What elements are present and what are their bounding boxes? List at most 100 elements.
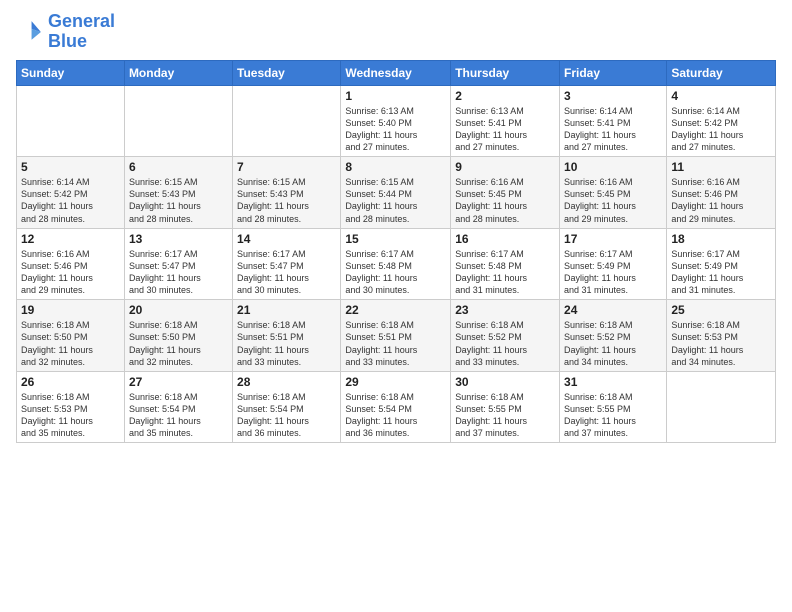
day-info: Sunrise: 6:18 AMSunset: 5:54 PMDaylight:… xyxy=(345,391,446,440)
calendar-cell: 18Sunrise: 6:17 AMSunset: 5:49 PMDayligh… xyxy=(667,228,776,300)
day-info: Sunrise: 6:14 AMSunset: 5:42 PMDaylight:… xyxy=(21,176,120,225)
calendar-week-1: 5Sunrise: 6:14 AMSunset: 5:42 PMDaylight… xyxy=(17,157,776,229)
day-info: Sunrise: 6:15 AMSunset: 5:43 PMDaylight:… xyxy=(237,176,336,225)
calendar-cell: 30 Sunrise: 6:18 AMSunset: 5:55 PMDayligh… xyxy=(451,371,560,443)
day-number: 28 xyxy=(237,375,336,389)
calendar-header-row: SundayMondayTuesdayWednesdayThursdayFrid… xyxy=(17,60,776,85)
day-number: 20 xyxy=(129,303,228,317)
calendar-header-thursday: Thursday xyxy=(451,60,560,85)
calendar-header-saturday: Saturday xyxy=(667,60,776,85)
calendar-cell: 25 Sunrise: 6:18 AMSunset: 5:53 PMDayligh… xyxy=(667,300,776,372)
calendar-cell: 21 Sunrise: 6:18 AMSunset: 5:51 PMDayligh… xyxy=(233,300,341,372)
calendar-header-tuesday: Tuesday xyxy=(233,60,341,85)
calendar-cell: 10 Sunrise: 6:16 AMSunset: 5:45 PMDayligh… xyxy=(560,157,667,229)
day-number: 12 xyxy=(21,232,120,246)
calendar-cell: 1 Sunrise: 6:13 AMSunset: 5:40 PMDaylight… xyxy=(341,85,451,157)
calendar-cell: 22 Sunrise: 6:18 AMSunset: 5:51 PMDayligh… xyxy=(341,300,451,372)
day-info: Sunrise: 6:13 AMSunset: 5:41 PMDaylight:… xyxy=(455,105,555,154)
day-info: Sunrise: 6:18 AMSunset: 5:51 PMDaylight:… xyxy=(345,319,446,368)
day-info: Sunrise: 6:18 AMSunset: 5:55 PMDaylight:… xyxy=(564,391,662,440)
day-info: Sunrise: 6:16 AMSunset: 5:46 PMDaylight:… xyxy=(671,176,771,225)
calendar-cell: 12 Sunrise: 6:16 AMSunset: 5:46 PMDayligh… xyxy=(17,228,125,300)
day-number: 18 xyxy=(671,232,771,246)
calendar-cell: 17 Sunrise: 6:17 AMSunset: 5:49 PMDayligh… xyxy=(560,228,667,300)
day-number: 13 xyxy=(129,232,228,246)
day-number: 14 xyxy=(237,232,336,246)
logo-icon xyxy=(16,18,44,46)
day-info: Sunrise: 6:14 AMSunset: 5:41 PMDaylight:… xyxy=(564,105,662,154)
calendar-cell: 15 Sunrise: 6:17 AMSunset: 5:48 PMDayligh… xyxy=(341,228,451,300)
page: General Blue SundayMondayTuesdayWednesda… xyxy=(0,0,792,612)
day-info: Sunrise: 6:18 AMSunset: 5:50 PMDaylight:… xyxy=(129,319,228,368)
day-number: 29 xyxy=(345,375,446,389)
calendar-week-4: 26Sunrise: 6:18 AMSunset: 5:53 PMDayligh… xyxy=(17,371,776,443)
day-number: 24 xyxy=(564,303,662,317)
day-info: Sunrise: 6:15 AMSunset: 5:43 PMDaylight:… xyxy=(129,176,228,225)
calendar-cell: 6 Sunrise: 6:15 AMSunset: 5:43 PMDaylight… xyxy=(124,157,232,229)
calendar-cell xyxy=(17,85,125,157)
day-number: 9 xyxy=(455,160,555,174)
day-info: Sunrise: 6:14 AMSunset: 5:42 PMDaylight:… xyxy=(671,105,771,154)
calendar-week-2: 12 Sunrise: 6:16 AMSunset: 5:46 PMDayligh… xyxy=(17,228,776,300)
calendar-week-0: 1 Sunrise: 6:13 AMSunset: 5:40 PMDaylight… xyxy=(17,85,776,157)
day-info: Sunrise: 6:13 AMSunset: 5:40 PMDaylight:… xyxy=(345,105,446,154)
calendar-week-3: 19 Sunrise: 6:18 AMSunset: 5:50 PMDayligh… xyxy=(17,300,776,372)
calendar-cell: 28Sunrise: 6:18 AMSunset: 5:54 PMDayligh… xyxy=(233,371,341,443)
calendar-cell xyxy=(124,85,232,157)
calendar-cell xyxy=(667,371,776,443)
day-number: 21 xyxy=(237,303,336,317)
logo: General Blue xyxy=(16,12,115,52)
day-info: Sunrise: 6:18 AMSunset: 5:51 PMDaylight:… xyxy=(237,319,336,368)
day-info: Sunrise: 6:15 AMSunset: 5:44 PMDaylight:… xyxy=(345,176,446,225)
day-number: 30 xyxy=(455,375,555,389)
day-number: 19 xyxy=(21,303,120,317)
calendar-cell: 20 Sunrise: 6:18 AMSunset: 5:50 PMDayligh… xyxy=(124,300,232,372)
day-number: 15 xyxy=(345,232,446,246)
calendar-cell: 24 Sunrise: 6:18 AMSunset: 5:52 PMDayligh… xyxy=(560,300,667,372)
day-number: 1 xyxy=(345,89,446,103)
logo-text-line2: Blue xyxy=(48,32,115,52)
day-number: 17 xyxy=(564,232,662,246)
header: General Blue xyxy=(16,12,776,52)
day-info: Sunrise: 6:17 AMSunset: 5:47 PMDaylight:… xyxy=(237,248,336,297)
calendar-cell xyxy=(233,85,341,157)
day-info: Sunrise: 6:17 AMSunset: 5:49 PMDaylight:… xyxy=(564,248,662,297)
day-number: 25 xyxy=(671,303,771,317)
day-info: Sunrise: 6:16 AMSunset: 5:45 PMDaylight:… xyxy=(564,176,662,225)
calendar-header-wednesday: Wednesday xyxy=(341,60,451,85)
day-number: 7 xyxy=(237,160,336,174)
day-number: 4 xyxy=(671,89,771,103)
day-number: 2 xyxy=(455,89,555,103)
day-number: 16 xyxy=(455,232,555,246)
day-number: 22 xyxy=(345,303,446,317)
day-info: Sunrise: 6:18 AMSunset: 5:53 PMDaylight:… xyxy=(671,319,771,368)
calendar-header-friday: Friday xyxy=(560,60,667,85)
calendar-cell: 4 Sunrise: 6:14 AMSunset: 5:42 PMDaylight… xyxy=(667,85,776,157)
day-number: 6 xyxy=(129,160,228,174)
calendar-cell: 3Sunrise: 6:14 AMSunset: 5:41 PMDaylight… xyxy=(560,85,667,157)
day-info: Sunrise: 6:16 AMSunset: 5:45 PMDaylight:… xyxy=(455,176,555,225)
calendar-cell: 19Sunrise: 6:18 AMSunset: 5:50 PMDayligh… xyxy=(17,300,125,372)
day-info: Sunrise: 6:18 AMSunset: 5:54 PMDaylight:… xyxy=(129,391,228,440)
day-info: Sunrise: 6:18 AMSunset: 5:52 PMDaylight:… xyxy=(455,319,555,368)
day-info: Sunrise: 6:16 AMSunset: 5:46 PMDaylight:… xyxy=(21,248,120,297)
calendar-cell: 8 Sunrise: 6:15 AMSunset: 5:44 PMDaylight… xyxy=(341,157,451,229)
calendar-cell: 5Sunrise: 6:14 AMSunset: 5:42 PMDaylight… xyxy=(17,157,125,229)
day-number: 10 xyxy=(564,160,662,174)
calendar-cell: 23Sunrise: 6:18 AMSunset: 5:52 PMDayligh… xyxy=(451,300,560,372)
day-info: Sunrise: 6:18 AMSunset: 5:52 PMDaylight:… xyxy=(564,319,662,368)
day-info: Sunrise: 6:17 AMSunset: 5:47 PMDaylight:… xyxy=(129,248,228,297)
day-info: Sunrise: 6:17 AMSunset: 5:48 PMDaylight:… xyxy=(345,248,446,297)
calendar-cell: 2 Sunrise: 6:13 AMSunset: 5:41 PMDaylight… xyxy=(451,85,560,157)
calendar-header-monday: Monday xyxy=(124,60,232,85)
day-info: Sunrise: 6:18 AMSunset: 5:53 PMDaylight:… xyxy=(21,391,120,440)
calendar-cell: 31Sunrise: 6:18 AMSunset: 5:55 PMDayligh… xyxy=(560,371,667,443)
calendar-cell: 27 Sunrise: 6:18 AMSunset: 5:54 PMDayligh… xyxy=(124,371,232,443)
calendar-header-sunday: Sunday xyxy=(17,60,125,85)
calendar-cell: 7 Sunrise: 6:15 AMSunset: 5:43 PMDaylight… xyxy=(233,157,341,229)
logo-text-line1: General xyxy=(48,12,115,32)
day-info: Sunrise: 6:18 AMSunset: 5:55 PMDaylight:… xyxy=(455,391,555,440)
calendar: SundayMondayTuesdayWednesdayThursdayFrid… xyxy=(16,60,776,444)
day-number: 27 xyxy=(129,375,228,389)
day-number: 8 xyxy=(345,160,446,174)
